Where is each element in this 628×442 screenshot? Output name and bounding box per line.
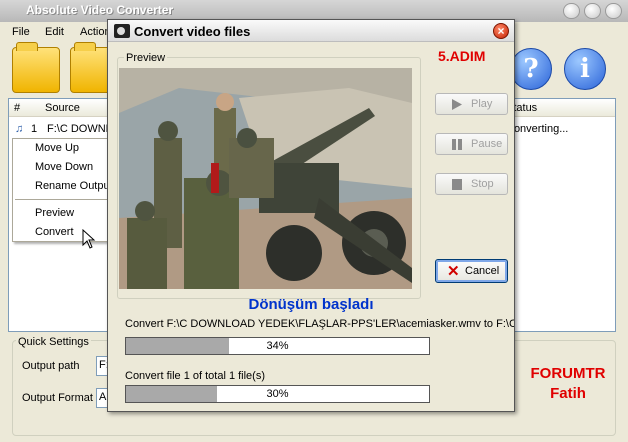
pause-label: Pause	[471, 138, 503, 150]
dialog-title-bar: Convert video files ×	[108, 20, 514, 42]
file-row-index: 1	[31, 123, 38, 135]
conversion-status: Dönüşüm başladı	[248, 296, 374, 313]
file-progress-bar: 34%	[125, 337, 430, 355]
quick-settings-title: Quick Settings	[16, 336, 91, 348]
add-files-icon[interactable]	[12, 42, 60, 93]
file-row-icon: ♫	[15, 123, 24, 135]
menu-item-convert[interactable]: Convert	[35, 226, 74, 238]
menu-edit[interactable]: Edit	[45, 26, 64, 38]
stop-icon	[452, 179, 462, 190]
menu-action[interactable]: Action	[80, 26, 111, 38]
maximize-button[interactable]	[584, 3, 601, 19]
cancel-x-icon: ✕	[447, 263, 460, 280]
total-progress-bar: 30%	[125, 385, 430, 403]
file-progress-text: 34%	[266, 340, 289, 352]
dialog-title: Convert video files	[134, 24, 251, 39]
convert-dialog: Convert video files × 5.ADIM Preview Pla…	[107, 19, 515, 412]
preview-label: Preview	[124, 52, 168, 64]
file-count-text: Convert file 1 of total 1 file(s)	[125, 370, 266, 382]
stop-button[interactable]: Stop	[435, 173, 508, 195]
output-format-label: Output Format	[22, 392, 93, 404]
column-number[interactable]: #	[14, 102, 20, 114]
pause-button[interactable]: Pause	[435, 133, 508, 155]
file-row-source[interactable]: F:\C DOWNL	[47, 123, 112, 135]
stop-label: Stop	[471, 178, 494, 190]
film-reel-icon	[114, 24, 130, 38]
close-button[interactable]	[605, 3, 622, 19]
output-path-label: Output path	[22, 360, 80, 372]
play-icon	[452, 99, 462, 110]
brand-line-2: Fatih	[550, 385, 586, 402]
play-button[interactable]: Play	[435, 93, 508, 115]
help-icon[interactable]: ?	[510, 48, 552, 90]
dialog-close-button[interactable]: ×	[493, 23, 509, 39]
menu-file[interactable]: File	[12, 26, 30, 38]
step-label: 5.ADIM	[438, 48, 486, 64]
menu-item-move-up[interactable]: Move Up	[35, 142, 79, 154]
video-preview	[119, 68, 412, 289]
pause-icon	[452, 139, 462, 150]
minimize-button[interactable]	[563, 3, 580, 19]
brand-line-1: FORUMTR	[530, 365, 606, 382]
mouse-cursor-icon	[82, 229, 96, 249]
main-window-title: Absolute Video Converter	[26, 3, 174, 17]
output-format-value: A	[99, 391, 107, 403]
column-source[interactable]: Source	[45, 102, 80, 114]
menu-item-move-down[interactable]: Move Down	[35, 161, 93, 173]
convert-path-text: Convert F:\C DOWNLOAD YEDEK\FLAŞLAR-PPS'…	[125, 318, 514, 330]
cancel-label: Cancel	[465, 265, 500, 277]
total-progress-text: 30%	[266, 388, 289, 400]
play-label: Play	[471, 98, 493, 110]
file-row-status: Converting...	[506, 123, 569, 135]
cancel-button[interactable]: ✕ Cancel	[435, 259, 508, 283]
menu-item-preview[interactable]: Preview	[35, 207, 74, 219]
info-icon[interactable]: i	[564, 48, 606, 90]
